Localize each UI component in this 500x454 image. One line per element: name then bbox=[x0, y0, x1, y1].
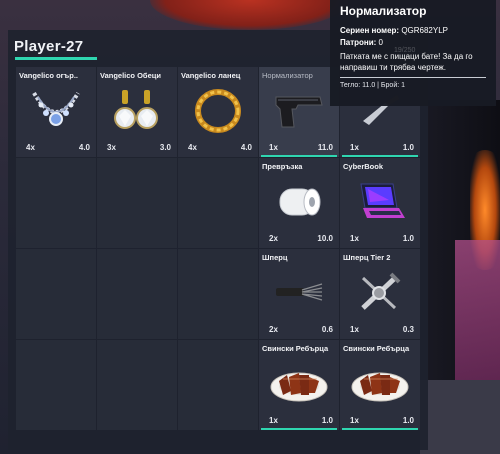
inventory-slot[interactable]: Шперц 2x 0.6 bbox=[259, 249, 339, 339]
tooltip-ammo-value: 0 bbox=[378, 38, 383, 47]
title-underline bbox=[15, 57, 97, 60]
inventory-title: Player-27 bbox=[14, 38, 84, 55]
laptop-icon bbox=[340, 172, 420, 232]
empty-inventory-slot[interactable] bbox=[97, 249, 177, 339]
item-weight: 1.0 bbox=[321, 416, 333, 425]
item-weight: 4.0 bbox=[240, 143, 252, 152]
item-quantity: 1x bbox=[350, 325, 359, 334]
item-weight: 1.0 bbox=[402, 234, 414, 243]
item-quantity: 3x bbox=[107, 143, 116, 152]
tooltip-footer: Тегло: 11.0 | Брой: 1 bbox=[340, 82, 406, 89]
gold-chain-icon bbox=[178, 81, 258, 141]
item-name: Превръзка bbox=[262, 162, 303, 171]
advanced-lockpick-icon bbox=[340, 263, 420, 323]
empty-inventory-slot[interactable] bbox=[178, 158, 258, 248]
tooltip-ammo-label: Патрони: bbox=[340, 38, 377, 47]
item-quantity: 4x bbox=[188, 143, 197, 152]
item-name: Шперц Tier 2 bbox=[343, 253, 391, 262]
durability-bar bbox=[342, 428, 418, 430]
durability-bar bbox=[261, 428, 337, 430]
item-weight: 1.0 bbox=[402, 143, 414, 152]
inventory-slot[interactable]: CyberBook 1x 1.0 bbox=[340, 158, 420, 248]
item-quantity: 1x bbox=[350, 234, 359, 243]
durability-bar bbox=[261, 155, 337, 157]
empty-inventory-slot[interactable] bbox=[16, 340, 96, 430]
item-weight: 0.3 bbox=[402, 325, 414, 334]
item-name: Vangelico ланец bbox=[181, 71, 241, 80]
empty-inventory-slot[interactable] bbox=[97, 340, 177, 430]
inventory-slot[interactable]: Vangelico Обеци 3x 3.0 bbox=[97, 67, 177, 157]
inventory-slot[interactable]: Шперц Tier 2 1x 0.3 bbox=[340, 249, 420, 339]
ribs-plate-icon bbox=[340, 354, 420, 414]
item-name: Шперц bbox=[262, 253, 288, 262]
item-name: Свински Ребърца bbox=[343, 344, 410, 353]
inventory-slot[interactable]: Нормализатор 1x 11.0 bbox=[259, 67, 339, 157]
inventory-slot[interactable]: Vangelico огър.. 4x 4.0 bbox=[16, 67, 96, 157]
tooltip-divider bbox=[340, 77, 486, 78]
inventory-slot[interactable]: Свински Ребърца 1x 1.0 bbox=[259, 340, 339, 430]
item-name: Vangelico Обеци bbox=[100, 71, 161, 80]
item-weight: 11.0 bbox=[317, 143, 333, 152]
item-weight: 4.0 bbox=[78, 143, 90, 152]
item-quantity: 1x bbox=[269, 416, 278, 425]
item-name: Vangelico огър.. bbox=[19, 71, 79, 80]
empty-inventory-slot[interactable] bbox=[16, 249, 96, 339]
empty-inventory-slot[interactable] bbox=[178, 249, 258, 339]
item-name: Свински Ребърца bbox=[262, 344, 329, 353]
item-weight: 3.0 bbox=[159, 143, 171, 152]
inventory-grid: Vangelico огър.. 4x 4.0 Vangelico Обеци 3x 3.… bbox=[16, 67, 420, 430]
item-weight: 1.0 bbox=[402, 416, 414, 425]
tooltip-serial-value: QGR682YLP bbox=[401, 26, 449, 35]
item-name: CyberBook bbox=[343, 162, 384, 171]
inventory-slot[interactable]: Свински Ребърца 1x 1.0 bbox=[340, 340, 420, 430]
tooltip-title: Нормализатор bbox=[340, 4, 427, 18]
empty-inventory-slot[interactable] bbox=[16, 158, 96, 248]
item-weight: 0.6 bbox=[321, 325, 333, 334]
tooltip-description: Патката ме с пищаци бате! За да го напра… bbox=[340, 52, 473, 72]
tooltip-ghost-text: 19/250 bbox=[394, 47, 416, 54]
item-quantity: 1x bbox=[350, 143, 359, 152]
tooltip-serial-label: Сериен номер: bbox=[340, 26, 400, 35]
item-weight: 10.0 bbox=[317, 234, 333, 243]
empty-inventory-slot[interactable] bbox=[178, 340, 258, 430]
item-name: Нормализатор bbox=[262, 71, 313, 80]
ribs-plate-icon bbox=[259, 354, 339, 414]
tooltip-ammo: Патрони: 0 bbox=[340, 38, 486, 47]
inventory-slot[interactable]: Превръзка 2x 10.0 bbox=[259, 158, 339, 248]
necklace-icon bbox=[16, 81, 96, 141]
empty-inventory-slot[interactable] bbox=[97, 158, 177, 248]
inventory-slot[interactable]: Vangelico ланец 4x 4.0 bbox=[178, 67, 258, 157]
item-quantity: 2x bbox=[269, 325, 278, 334]
item-quantity: 1x bbox=[350, 416, 359, 425]
bandage-icon bbox=[259, 172, 339, 232]
pistol-icon bbox=[259, 81, 339, 141]
item-quantity: 2x bbox=[269, 234, 278, 243]
lockpick-icon bbox=[259, 263, 339, 323]
durability-bar bbox=[342, 155, 418, 157]
earrings-icon bbox=[97, 81, 177, 141]
item-quantity: 4x bbox=[26, 143, 35, 152]
item-quantity: 1x bbox=[269, 143, 278, 152]
tooltip-serial: Сериен номер: QGR682YLP bbox=[340, 26, 486, 35]
